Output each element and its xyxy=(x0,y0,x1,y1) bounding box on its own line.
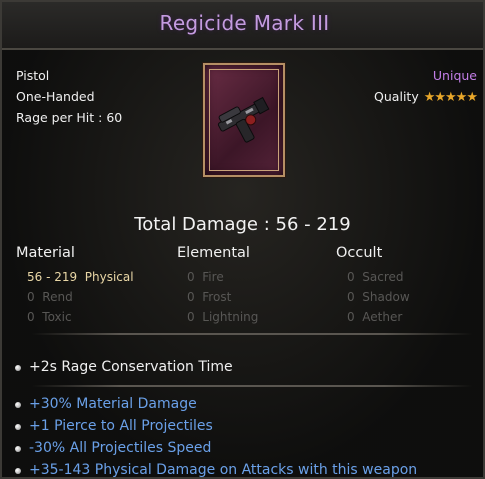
quality-stars: ★★★★★ xyxy=(423,90,478,105)
quality-label: Quality xyxy=(374,89,419,104)
stat-aether-value: 0 xyxy=(347,310,355,324)
stat-frost-name: Frost xyxy=(202,290,232,304)
title-bar: Regicide Mark III xyxy=(2,2,483,50)
stat-physical-value: 56 - 219 xyxy=(27,270,78,284)
base-mod: +2s Rage Conservation Time xyxy=(29,359,233,375)
stat-frost-value: 0 xyxy=(187,290,195,304)
divider xyxy=(32,333,472,335)
stat-shadow: 0 Shadow xyxy=(347,290,410,304)
total-damage: Total Damage : 56 - 219 xyxy=(134,214,351,235)
stat-physical: 56 - 219 Physical xyxy=(27,270,134,284)
divider xyxy=(32,385,472,387)
quality-row: Quality ★★★★★ xyxy=(374,89,478,105)
rage-per-hit: Rage per Hit : 60 xyxy=(16,110,123,125)
stat-sacred-value: 0 xyxy=(347,270,355,284)
stat-lightning-value: 0 xyxy=(187,310,195,324)
column-occult: Occult xyxy=(336,245,383,261)
mod-line: -30% All Projectiles Speed xyxy=(29,440,212,456)
mod-line: +35-143 Physical Damage on Attacks with … xyxy=(29,462,418,478)
column-elemental: Elemental xyxy=(177,245,250,261)
item-card xyxy=(203,63,285,177)
stat-fire: 0 Fire xyxy=(187,270,224,284)
bullet-icon xyxy=(15,402,21,408)
stat-aether: 0 Aether xyxy=(347,310,402,324)
stat-toxic-name: Toxic xyxy=(42,310,72,324)
column-material: Material xyxy=(16,245,75,261)
item-handedness: One-Handed xyxy=(16,89,95,104)
bullet-icon xyxy=(15,424,21,430)
stat-shadow-value: 0 xyxy=(347,290,355,304)
stat-rend-name: Rend xyxy=(42,290,73,304)
stat-sacred-name: Sacred xyxy=(362,270,404,284)
item-title: Regicide Mark III xyxy=(159,11,330,35)
stat-aether-name: Aether xyxy=(362,310,403,324)
item-tooltip: Regicide Mark III Pistol One-Handed Rage… xyxy=(0,0,485,479)
stat-sacred: 0 Sacred xyxy=(347,270,404,284)
stat-fire-name: Fire xyxy=(202,270,224,284)
stat-frost: 0 Frost xyxy=(187,290,231,304)
stat-rend: 0 Rend xyxy=(27,290,73,304)
stat-toxic: 0 Toxic xyxy=(27,310,72,324)
stat-rend-value: 0 xyxy=(27,290,35,304)
bullet-icon xyxy=(15,468,21,474)
stat-shadow-name: Shadow xyxy=(362,290,410,304)
rarity-label: Unique xyxy=(432,68,477,83)
stat-lightning: 0 Lightning xyxy=(187,310,258,324)
stat-toxic-value: 0 xyxy=(27,310,35,324)
stat-lightning-name: Lightning xyxy=(202,310,259,324)
pistol-icon xyxy=(217,96,270,143)
bullet-icon xyxy=(15,365,21,371)
bullet-icon xyxy=(15,446,21,452)
mod-line: +1 Pierce to All Projectiles xyxy=(29,418,213,434)
stat-physical-name: Physical xyxy=(84,270,134,284)
stat-fire-value: 0 xyxy=(187,270,195,284)
item-type: Pistol xyxy=(16,68,50,83)
mod-line: +30% Material Damage xyxy=(29,396,197,412)
